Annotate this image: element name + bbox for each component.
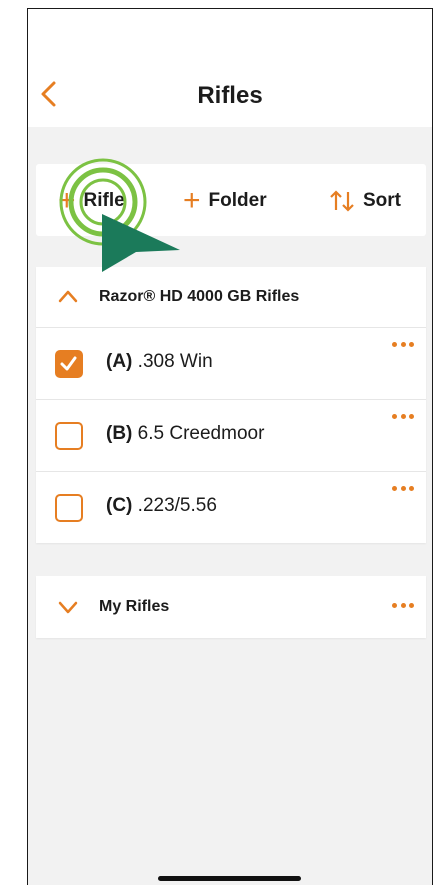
group-header[interactable]: My Rifles	[36, 576, 426, 638]
plus-icon: +	[58, 184, 76, 217]
rifle-prefix: (C)	[106, 495, 133, 516]
rifle-label: (A) .308 Win	[106, 351, 213, 373]
phone-screen: Rifles + Rifle + Folder Sort Razor® HD 4…	[27, 8, 433, 885]
home-indicator	[158, 876, 301, 881]
list-item[interactable]: (C) .223/5.56	[36, 472, 426, 543]
checkmark-icon	[60, 356, 77, 371]
list-item[interactable]: (A) .308 Win	[36, 328, 426, 400]
more-options-icon[interactable]	[392, 603, 414, 611]
sort-button[interactable]: Sort	[329, 186, 401, 216]
checkbox[interactable]	[55, 494, 83, 522]
rifle-name: 6.5 Creedmoor	[137, 423, 265, 444]
checkbox[interactable]	[55, 422, 83, 450]
group-title: My Rifles	[99, 598, 170, 615]
rifle-prefix: (B)	[106, 423, 133, 444]
more-options-icon[interactable]	[392, 342, 414, 350]
group-header[interactable]: Razor® HD 4000 GB Rifles	[36, 267, 426, 328]
more-options-icon[interactable]	[392, 414, 414, 422]
more-options-icon[interactable]	[392, 486, 414, 494]
add-rifle-label: Rifle	[83, 190, 125, 211]
rifle-name: .308 Win	[137, 351, 213, 372]
add-folder-button[interactable]: + Folder	[183, 186, 267, 216]
rifle-label: (B) 6.5 Creedmoor	[106, 423, 264, 445]
add-rifle-button[interactable]: + Rifle	[58, 186, 125, 216]
group-title: Razor® HD 4000 GB Rifles	[99, 288, 300, 305]
rifle-label: (C) .223/5.56	[106, 495, 217, 517]
sort-arrows-icon	[330, 190, 354, 212]
nav-header: Rifles	[28, 9, 432, 127]
rifle-name: .223/5.56	[137, 495, 217, 516]
toolbar: + Rifle + Folder Sort	[36, 164, 426, 236]
sort-label: Sort	[363, 190, 401, 211]
add-folder-label: Folder	[208, 190, 267, 211]
checkbox-checked[interactable]	[55, 350, 83, 378]
rifle-group-my-rifles: My Rifles	[36, 576, 426, 638]
page-title: Rifles	[197, 82, 263, 109]
rifle-group-razor: Razor® HD 4000 GB Rifles (A) .308 Win (B…	[36, 267, 426, 543]
plus-icon: +	[183, 184, 201, 217]
rifle-prefix: (A)	[106, 351, 133, 372]
list-item[interactable]: (B) 6.5 Creedmoor	[36, 400, 426, 472]
chevron-down-icon	[58, 601, 78, 614]
chevron-up-icon	[58, 290, 78, 303]
